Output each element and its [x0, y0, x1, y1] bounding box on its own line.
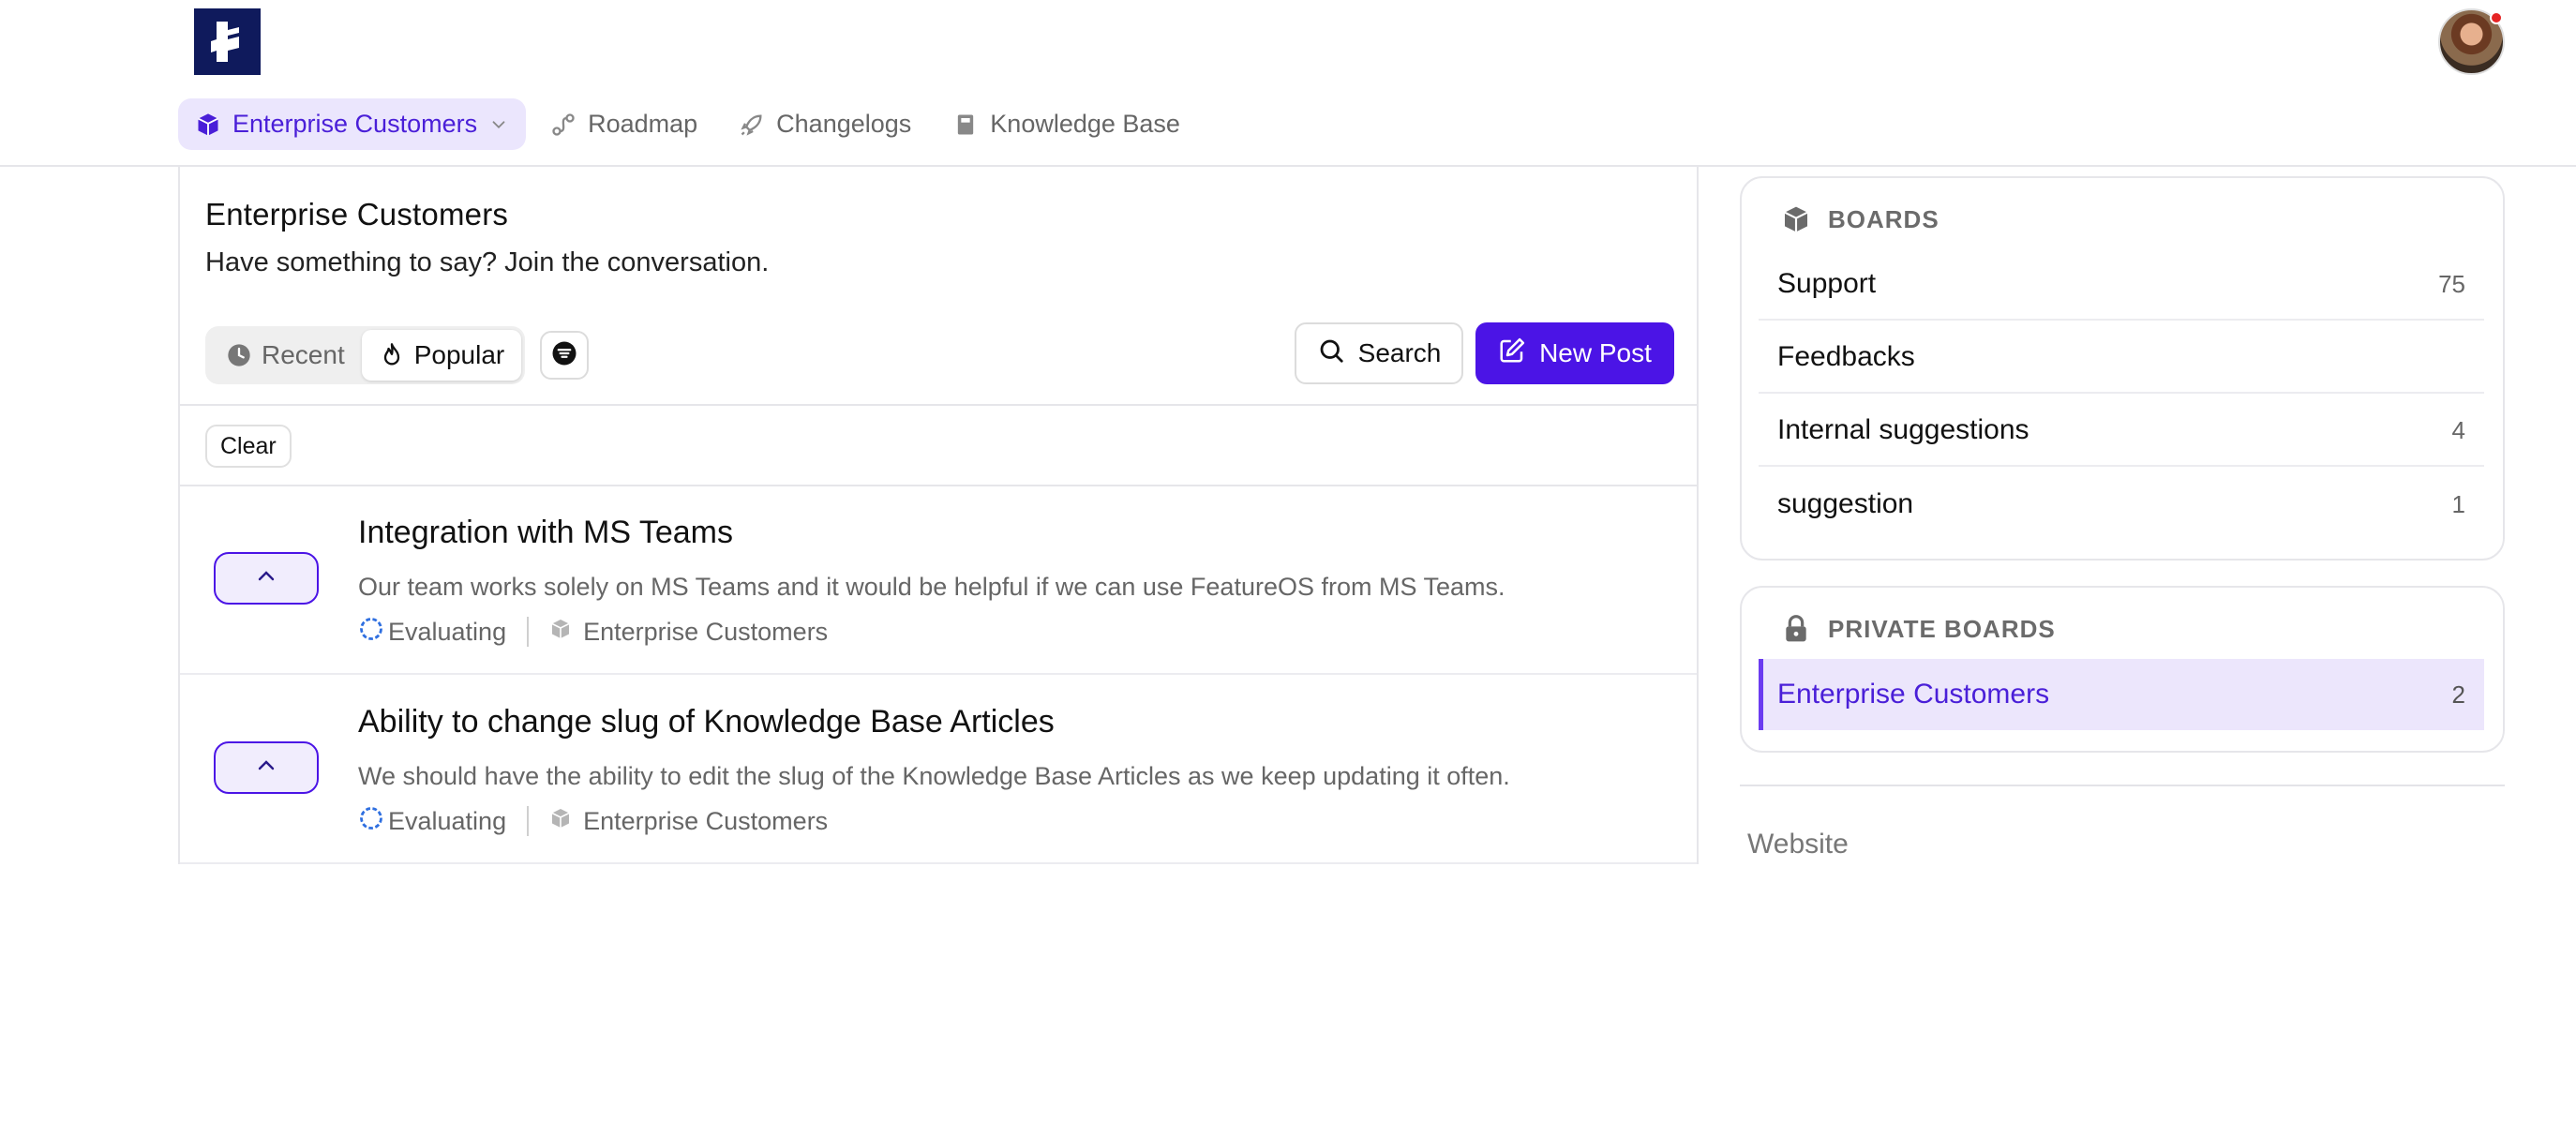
board-link-enterprise-customers[interactable]: Enterprise Customers 2	[1759, 659, 2484, 730]
edit-icon	[1498, 336, 1526, 371]
status-evaluating-icon	[358, 616, 388, 649]
board-count: 1	[2451, 489, 2465, 518]
box-icon	[195, 112, 221, 138]
new-post-button[interactable]: New Post	[1475, 322, 1674, 384]
notification-dot	[2490, 11, 2503, 24]
post-status: Evaluating	[388, 617, 507, 646]
post-item[interactable]: Ability to change slug of Knowledge Base…	[180, 676, 1697, 864]
board-count: 75	[2438, 269, 2465, 298]
post-title[interactable]: Ability to change slug of Knowledge Base…	[358, 704, 1055, 740]
private-boards-heading: PRIVATE BOARDS	[1781, 614, 2056, 644]
board-panel: Enterprise Customers Have something to s…	[178, 167, 1699, 864]
lock-icon	[1781, 614, 1811, 644]
post-description: We should have the ability to edit the s…	[358, 762, 1510, 790]
post-board: Enterprise Customers	[583, 617, 829, 646]
upvote-button[interactable]	[214, 741, 319, 794]
chevron-down-icon	[488, 114, 509, 135]
search-icon	[1317, 336, 1345, 371]
boards-card: BOARDS Support 75 Feedbacks Internal sug…	[1740, 176, 2505, 561]
search-label: Search	[1357, 338, 1442, 367]
top-bar: Enterprise Customers Roadmap Changelogs …	[0, 0, 2576, 167]
book-icon	[952, 112, 979, 138]
search-button[interactable]: Search	[1295, 322, 1463, 384]
rocket-icon	[739, 112, 765, 138]
clock-icon	[226, 342, 252, 368]
meta-separator	[527, 806, 530, 836]
post-meta: Evaluating Enterprise Customers	[358, 804, 828, 838]
board-name: Internal suggestions	[1777, 414, 2029, 445]
post-board: Enterprise Customers	[583, 806, 829, 835]
sort-toggle: Recent Popular	[205, 326, 526, 384]
private-boards-card: PRIVATE BOARDS Enterprise Customers 2	[1740, 586, 2505, 753]
nav-knowledge-base[interactable]: Knowledge Base	[936, 98, 1197, 150]
board-link-support[interactable]: Support 75	[1759, 249, 2484, 321]
sort-popular-button[interactable]: Popular	[361, 330, 522, 381]
board-name: Enterprise Customers	[1777, 679, 2050, 710]
nav-label: Changelogs	[776, 110, 912, 138]
main-nav: Enterprise Customers Roadmap Changelogs …	[178, 98, 1197, 150]
boards-heading-label: BOARDS	[1828, 204, 1939, 233]
box-icon	[549, 807, 583, 836]
sort-recent-button[interactable]: Recent	[209, 330, 362, 381]
new-post-label: New Post	[1539, 338, 1652, 367]
nav-changelogs[interactable]: Changelogs	[722, 98, 928, 150]
board-link-internal-suggestions[interactable]: Internal suggestions 4	[1759, 396, 2484, 467]
box-icon	[1781, 204, 1811, 234]
nav-enterprise-customers[interactable]: Enterprise Customers	[178, 98, 527, 150]
board-name: Feedbacks	[1777, 341, 1915, 372]
filter-button[interactable]	[540, 331, 589, 380]
app-logo[interactable]	[194, 8, 261, 75]
post-status: Evaluating	[388, 806, 507, 835]
nav-roadmap[interactable]: Roadmap	[533, 98, 714, 150]
board-link-suggestion[interactable]: suggestion 1	[1759, 469, 2484, 540]
page-subtitle: Have something to say? Join the conversa…	[205, 247, 770, 277]
meta-separator	[527, 617, 530, 647]
post-title[interactable]: Integration with MS Teams	[358, 515, 733, 551]
status-evaluating-icon	[358, 805, 388, 838]
flame-icon	[379, 342, 405, 368]
chevron-up-icon	[255, 565, 277, 592]
post-description: Our team works solely on MS Teams and it…	[358, 573, 1505, 601]
sort-recent-label: Recent	[262, 340, 345, 369]
nav-label: Roadmap	[588, 110, 698, 138]
divider	[180, 404, 1697, 406]
sidebar-divider	[1740, 785, 2505, 786]
private-heading-label: PRIVATE BOARDS	[1828, 614, 2056, 643]
sort-popular-label: Popular	[413, 340, 505, 369]
board-name: suggestion	[1777, 488, 1914, 519]
boards-heading: BOARDS	[1781, 204, 1939, 234]
filter-icon	[550, 339, 578, 372]
board-link-feedbacks[interactable]: Feedbacks	[1759, 322, 2484, 394]
post-meta: Evaluating Enterprise Customers	[358, 615, 828, 649]
roadmap-icon	[550, 112, 577, 138]
board-count: 4	[2451, 415, 2465, 444]
nav-label: Knowledge Base	[990, 110, 1180, 138]
box-icon	[549, 618, 583, 647]
upvote-button[interactable]	[214, 552, 319, 605]
chevron-up-icon	[255, 755, 277, 782]
post-item[interactable]: Integration with MS Teams Our team works…	[180, 486, 1697, 675]
board-name: Support	[1777, 268, 1877, 299]
website-link[interactable]: Website	[1747, 829, 1849, 860]
clear-filters-button[interactable]: Clear	[205, 425, 292, 468]
board-count: 2	[2451, 680, 2465, 709]
nav-label: Enterprise Customers	[232, 110, 478, 138]
page-title: Enterprise Customers	[205, 197, 509, 232]
